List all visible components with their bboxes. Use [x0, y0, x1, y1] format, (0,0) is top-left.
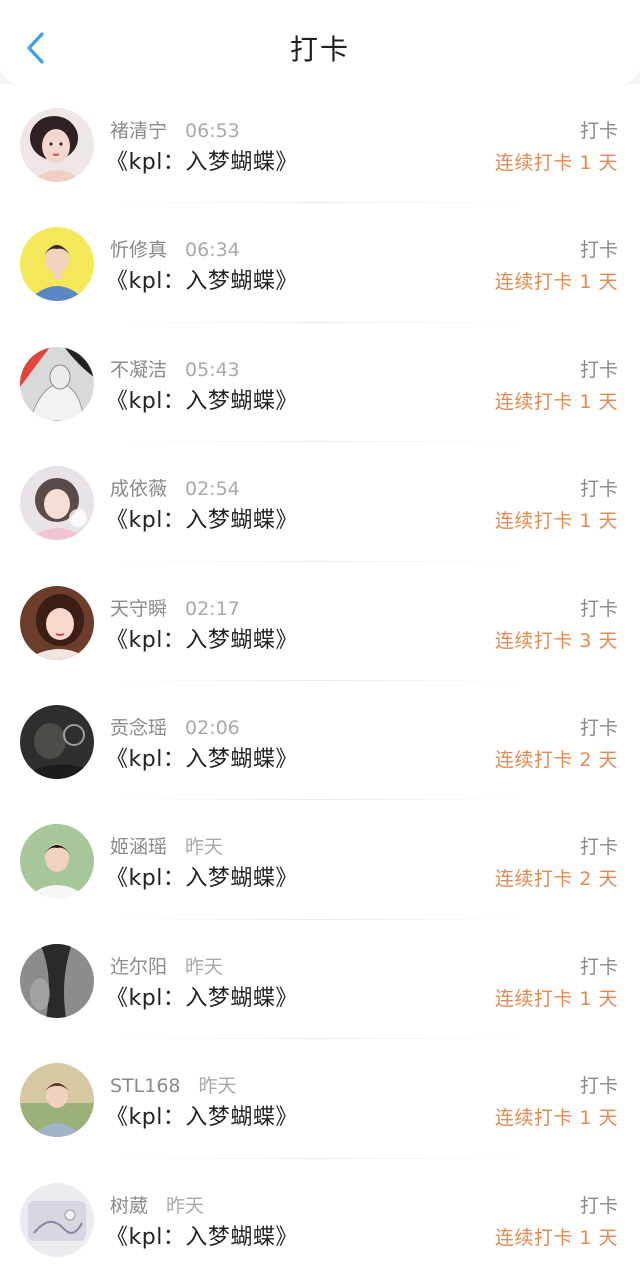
- avatar[interactable]: [20, 585, 94, 660]
- avatar[interactable]: [20, 108, 94, 182]
- avatar-image: [20, 1063, 94, 1138]
- avatar-image: [20, 227, 94, 302]
- list-item[interactable]: STL168 昨天 《kpl：入梦蝴蝶》 打卡 连续打卡 1 天: [0, 1039, 640, 1159]
- checkin-time: 06:34: [185, 239, 240, 262]
- user-name: 姬涵瑶 昨天: [110, 836, 224, 859]
- list-item[interactable]: 天守瞬 02:17 《kpl：入梦蝴蝶》 打卡 连续打卡 3 天: [0, 562, 640, 681]
- user-name: 天守瞬 02:17: [110, 597, 240, 620]
- book-title: 《kpl：入梦蝴蝶》: [106, 1105, 298, 1131]
- action-label: 打卡: [579, 478, 618, 501]
- streak-label: 连续打卡 1 天: [494, 1226, 618, 1249]
- avatar[interactable]: [20, 346, 94, 421]
- user-name: 褚清宁 06:53: [110, 120, 240, 142]
- list-item[interactable]: 忻修真 06:34 《kpl：入梦蝴蝶》 打卡 连续打卡 1 天: [0, 203, 640, 323]
- list-item[interactable]: 贡念瑶 02:06 《kpl：入梦蝴蝶》 打卡 连续打卡 2 天: [0, 681, 640, 801]
- action-label: 打卡: [579, 239, 618, 262]
- streak-label: 连续打卡 1 天: [494, 987, 618, 1010]
- action-label: 打卡: [579, 120, 618, 142]
- action-label: 打卡: [579, 1194, 618, 1217]
- user-name: 成依薇 02:54: [110, 478, 240, 501]
- checkin-time: 02:17: [185, 597, 240, 620]
- list-item[interactable]: 不凝洁 05:43 《kpl：入梦蝴蝶》 打卡 连续打卡 1 天: [0, 323, 640, 443]
- checkin-time: 昨天: [166, 1194, 205, 1217]
- avatar[interactable]: [20, 824, 94, 899]
- action-label: 打卡: [579, 716, 618, 739]
- avatar-image: [20, 108, 94, 182]
- book-title: 《kpl：入梦蝴蝶》: [106, 866, 298, 892]
- list-item[interactable]: 褚清宁 06:53 《kpl：入梦蝴蝶》 打卡 连续打卡 1 天: [0, 84, 640, 204]
- avatar-image: [20, 824, 94, 899]
- list-item[interactable]: 姬涵瑶 昨天 《kpl：入梦蝴蝶》 打卡 连续打卡 2 天: [0, 800, 640, 920]
- checkin-list: 褚清宁 06:53 《kpl：入梦蝴蝶》 打卡 连续打卡 1 天 忻修真 06:34…: [0, 84, 640, 1266]
- streak-label: 连续打卡 1 天: [494, 510, 618, 533]
- action-label: 打卡: [579, 597, 618, 620]
- streak-label: 连续打卡 1 天: [494, 1107, 618, 1130]
- navigation-bar: 打卡: [0, 0, 640, 84]
- list-item[interactable]: 成依薇 02:54 《kpl：入梦蝴蝶》 打卡 连续打卡 1 天: [0, 442, 640, 562]
- action-label: 打卡: [579, 358, 618, 381]
- streak-label: 连续打卡 3 天: [494, 629, 618, 652]
- book-title: 《kpl：入梦蝴蝶》: [106, 627, 298, 653]
- action-label: 打卡: [579, 836, 618, 859]
- avatar[interactable]: [20, 943, 94, 1018]
- checkin-time: 06:53: [185, 120, 240, 142]
- user-name: STL168 昨天: [110, 1075, 237, 1098]
- book-title: 《kpl：入梦蝴蝶》: [106, 985, 298, 1011]
- book-title: 《kpl：入梦蝴蝶》: [106, 269, 298, 295]
- avatar-image: [20, 943, 94, 1018]
- book-title: 《kpl：入梦蝴蝶》: [106, 388, 298, 414]
- checkin-time: 昨天: [185, 955, 224, 978]
- avatar[interactable]: [20, 1182, 94, 1257]
- avatar-image: [20, 346, 94, 421]
- avatar[interactable]: [20, 704, 94, 779]
- user-name: 忻修真 06:34: [110, 239, 240, 262]
- avatar-image: [20, 585, 94, 660]
- user-name: 迮尔阳 昨天: [110, 955, 224, 978]
- book-title: 《kpl：入梦蝴蝶》: [106, 508, 298, 534]
- list-item[interactable]: 树葳 昨天 《kpl：入梦蝴蝶》 打卡 连续打卡 1 天: [0, 1159, 640, 1266]
- avatar-image: [20, 1182, 94, 1257]
- checkin-time: 05:43: [185, 358, 240, 381]
- checkin-time: 02:06: [185, 716, 240, 739]
- avatar-image: [20, 466, 94, 541]
- streak-label: 连续打卡 1 天: [494, 152, 618, 174]
- streak-label: 连续打卡 2 天: [494, 748, 618, 771]
- action-label: 打卡: [579, 1075, 618, 1098]
- checkin-time: 02:54: [185, 478, 240, 501]
- page-title: 打卡: [289, 33, 350, 66]
- streak-label: 连续打卡 1 天: [494, 390, 618, 413]
- streak-label: 连续打卡 2 天: [494, 868, 618, 891]
- app-screen: 打卡 褚清宁 06:53 《kpl：入梦蝴蝶》 打卡 连续打卡 1 天 忻修真 …: [0, 0, 640, 1266]
- action-label: 打卡: [579, 955, 618, 978]
- avatar-image: [20, 704, 94, 779]
- avatar[interactable]: [20, 227, 94, 302]
- user-name: 树葳 昨天: [110, 1194, 205, 1217]
- checkin-time: 昨天: [185, 836, 224, 859]
- book-title: 《kpl：入梦蝴蝶》: [106, 1224, 298, 1250]
- avatar[interactable]: [20, 466, 94, 541]
- list-item[interactable]: 迮尔阳 昨天 《kpl：入梦蝴蝶》 打卡 连续打卡 1 天: [0, 920, 640, 1040]
- book-title: 《kpl：入梦蝴蝶》: [106, 746, 298, 772]
- user-name: 贡念瑶 02:06: [110, 716, 240, 739]
- user-name: 不凝洁 05:43: [110, 358, 240, 381]
- streak-label: 连续打卡 1 天: [494, 271, 618, 294]
- book-title: 《kpl：入梦蝴蝶》: [106, 150, 298, 175]
- checkin-time: 昨天: [198, 1075, 237, 1098]
- avatar[interactable]: [20, 1063, 94, 1138]
